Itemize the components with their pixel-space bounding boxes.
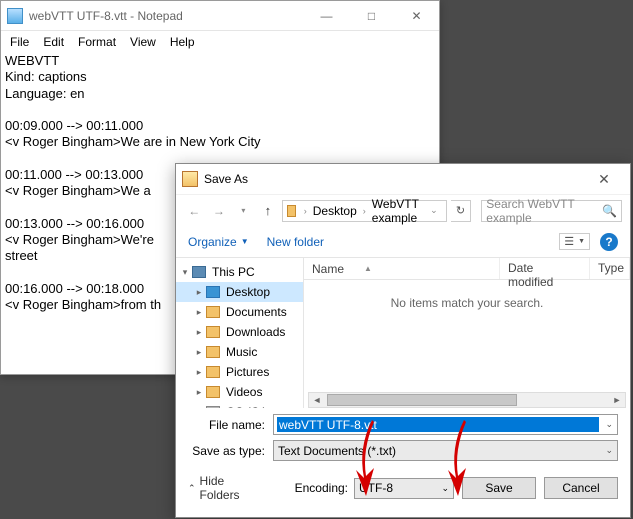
fld-icon xyxy=(206,346,220,358)
encoding-label: Encoding: xyxy=(295,481,348,495)
tree-item-os-c-[interactable]: ▸ OS (C:) xyxy=(176,402,303,408)
horizontal-scrollbar[interactable]: ◄ ► xyxy=(308,392,626,408)
encoding-select[interactable]: UTF-8⌄ xyxy=(354,478,454,499)
toolbar: Organize▼ New folder ☰▼ ? xyxy=(176,226,630,258)
organize-menu[interactable]: Organize▼ xyxy=(188,235,249,249)
chevron-down-icon[interactable]: ⌄ xyxy=(426,205,442,216)
file-list[interactable]: Name▲ Date modified Type No items match … xyxy=(304,258,630,408)
saveas-titlebar[interactable]: Save As ✕ xyxy=(176,164,630,194)
breadcrumb[interactable]: › Desktop › WebVTT example ⌄ xyxy=(282,200,446,222)
close-button[interactable]: ✕ xyxy=(584,166,624,192)
desk-icon xyxy=(206,286,220,298)
expand-icon[interactable]: ▸ xyxy=(194,387,204,398)
menu-file[interactable]: File xyxy=(3,33,36,51)
help-button[interactable]: ? xyxy=(600,233,618,251)
chevron-up-icon: ⌃ xyxy=(188,483,196,494)
nav-recent-button[interactable]: ▾ xyxy=(233,200,254,222)
chevron-down-icon: ⌄ xyxy=(605,445,613,456)
folder-icon xyxy=(182,171,198,187)
tree-item-documents[interactable]: ▸ Documents xyxy=(176,302,303,322)
expand-icon[interactable]: ▸ xyxy=(194,347,204,358)
savetype-label: Save as type: xyxy=(188,444,273,458)
scroll-right-icon[interactable]: ► xyxy=(609,395,625,405)
tree-label: Documents xyxy=(226,305,287,319)
view-options-button[interactable]: ☰▼ xyxy=(559,233,590,250)
pc-icon xyxy=(192,266,206,278)
chevron-right-icon[interactable]: › xyxy=(359,206,370,216)
folder-icon xyxy=(287,205,296,217)
notepad-menubar: File Edit Format View Help xyxy=(1,31,439,51)
crumb-desktop[interactable]: Desktop xyxy=(313,204,357,218)
scroll-left-icon[interactable]: ◄ xyxy=(309,395,325,405)
cancel-button[interactable]: Cancel xyxy=(544,477,618,499)
chevron-down-icon[interactable]: ⌄ xyxy=(605,419,613,430)
refresh-button[interactable]: ↻ xyxy=(451,200,472,222)
tree-item-videos[interactable]: ▸ Videos xyxy=(176,382,303,402)
tree-item-desktop[interactable]: ▸ Desktop xyxy=(176,282,303,302)
tree-label: Pictures xyxy=(226,365,269,379)
tree-item-this-pc[interactable]: ▾ This PC xyxy=(176,262,303,282)
folder-tree[interactable]: ▾ This PC ▸ Desktop ▸ Documents ▸ Downloads ▸ Mus… xyxy=(176,258,304,408)
drv-icon xyxy=(206,406,220,408)
fld-icon xyxy=(206,366,220,378)
tree-label: Downloads xyxy=(226,325,285,339)
fld-icon xyxy=(206,326,220,338)
tree-label: OS (C:) xyxy=(226,405,267,408)
save-button[interactable]: Save xyxy=(462,477,536,499)
scroll-thumb[interactable] xyxy=(327,394,517,406)
chevron-down-icon: ⌄ xyxy=(441,483,449,494)
close-button[interactable]: ✕ xyxy=(394,2,439,30)
tree-label: Music xyxy=(226,345,257,359)
search-input[interactable]: Search WebVTT example 🔍 xyxy=(481,200,622,222)
nav-bar: ← → ▾ ↑ › Desktop › WebVTT example ⌄ ↻ S… xyxy=(176,194,630,226)
filename-input[interactable]: webVTT UTF-8.vtt ⌄ xyxy=(273,414,618,435)
fld-icon xyxy=(206,386,220,398)
menu-view[interactable]: View xyxy=(123,33,163,51)
maximize-button[interactable]: □ xyxy=(349,2,394,30)
notepad-titlebar[interactable]: webVTT UTF-8.vtt - Notepad — □ ✕ xyxy=(1,1,439,31)
saveas-title: Save As xyxy=(204,172,584,186)
tree-item-music[interactable]: ▸ Music xyxy=(176,342,303,362)
column-headers[interactable]: Name▲ Date modified Type xyxy=(304,258,630,280)
expand-icon[interactable]: ▸ xyxy=(194,327,204,338)
col-date[interactable]: Date modified xyxy=(500,258,590,279)
expand-icon[interactable]: ▸ xyxy=(194,307,204,318)
tree-item-downloads[interactable]: ▸ Downloads xyxy=(176,322,303,342)
hide-folders-toggle[interactable]: ⌃ Hide Folders xyxy=(188,474,267,502)
expand-icon[interactable]: ▸ xyxy=(194,407,204,409)
nav-up-button[interactable]: ↑ xyxy=(258,200,279,222)
search-icon: 🔍 xyxy=(602,204,617,218)
search-placeholder: Search WebVTT example xyxy=(486,197,602,225)
crumb-folder[interactable]: WebVTT example xyxy=(372,197,424,225)
save-as-dialog: Save As ✕ ← → ▾ ↑ › Desktop › WebVTT exa… xyxy=(175,163,631,518)
expand-icon[interactable]: ▸ xyxy=(194,287,204,298)
fld-icon xyxy=(206,306,220,318)
filename-label: File name: xyxy=(188,418,273,432)
tree-label: Videos xyxy=(226,385,262,399)
expand-icon[interactable]: ▸ xyxy=(194,367,204,378)
notepad-icon xyxy=(7,8,23,24)
empty-message: No items match your search. xyxy=(304,280,630,310)
tree-item-pictures[interactable]: ▸ Pictures xyxy=(176,362,303,382)
expand-icon[interactable]: ▾ xyxy=(180,267,190,278)
chevron-right-icon[interactable]: › xyxy=(300,206,311,216)
notepad-title: webVTT UTF-8.vtt - Notepad xyxy=(29,9,304,23)
menu-format[interactable]: Format xyxy=(71,33,123,51)
savetype-select[interactable]: Text Documents (*.txt)⌄ xyxy=(273,440,618,461)
minimize-button[interactable]: — xyxy=(304,2,349,30)
col-type[interactable]: Type xyxy=(590,258,630,279)
menu-help[interactable]: Help xyxy=(163,33,202,51)
tree-label: This PC xyxy=(212,265,255,279)
menu-edit[interactable]: Edit xyxy=(36,33,71,51)
tree-label: Desktop xyxy=(226,285,270,299)
nav-forward-button[interactable]: → xyxy=(209,200,230,222)
col-name[interactable]: Name xyxy=(312,262,344,276)
nav-back-button[interactable]: ← xyxy=(184,200,205,222)
new-folder-button[interactable]: New folder xyxy=(267,235,324,249)
